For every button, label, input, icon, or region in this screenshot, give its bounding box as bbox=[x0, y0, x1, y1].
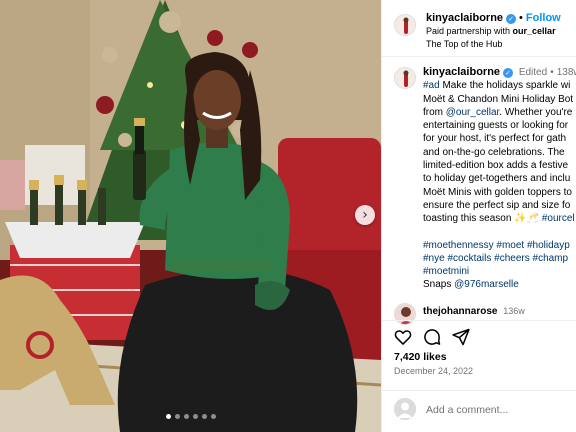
post-location[interactable]: The Top of the Hub bbox=[426, 39, 502, 49]
avatar[interactable] bbox=[394, 67, 416, 89]
caption-line: Moët Minis with golden toppers to bbox=[423, 186, 572, 198]
avatar bbox=[394, 398, 416, 420]
carousel-dot bbox=[174, 414, 180, 419]
hashtag-link[interactable]: #ourcel bbox=[542, 213, 575, 224]
verified-badge-icon: ✓ bbox=[506, 14, 517, 24]
caption-line: Make the holidays sparkle wi bbox=[439, 80, 571, 92]
post-header: kinyaclaiborne ✓ • Follow Paid partnership … bbox=[382, 0, 576, 57]
add-comment-bar bbox=[382, 390, 576, 432]
caption-line: Moët & Chandon Mini Holiday Bot bbox=[423, 93, 574, 105]
caption-line: for your host, it's perfect for gath bbox=[423, 133, 567, 145]
header-title-row: kinyaclaiborne ✓ • Follow bbox=[426, 12, 561, 24]
add-comment-input[interactable] bbox=[426, 401, 576, 419]
avatar[interactable] bbox=[394, 14, 416, 36]
hashtag-line[interactable]: #moetmini bbox=[423, 265, 576, 278]
caption-line: to holiday get-togethers and inclu bbox=[423, 173, 571, 185]
carousel-dot bbox=[192, 414, 198, 419]
photo-illustration bbox=[0, 0, 381, 432]
post-date: December 24, 2022 bbox=[394, 366, 474, 376]
caption-line: and on-the-go celebrations. The bbox=[423, 146, 565, 158]
caption-line: from bbox=[423, 106, 446, 118]
post-username[interactable]: kinyaclaiborne bbox=[426, 12, 503, 24]
separator-dot: • bbox=[519, 12, 523, 24]
mention-link[interactable]: @976marselle bbox=[454, 279, 519, 290]
caption-line: entertaining guests or looking for bbox=[423, 120, 569, 132]
likes-count[interactable]: 7,420 likes bbox=[394, 351, 447, 363]
caption-line: toasting this season ✨🥂 bbox=[423, 213, 542, 225]
heart-icon[interactable] bbox=[393, 327, 413, 347]
post-photo[interactable]: › bbox=[0, 0, 381, 432]
carousel-dot bbox=[165, 414, 171, 419]
caption-line: limited-edition box adds a festive bbox=[423, 160, 569, 172]
comment-age: 136w bbox=[503, 306, 525, 316]
action-bar: 7,420 likes December 24, 2022 bbox=[382, 320, 576, 390]
hashtag-link[interactable]: #ad bbox=[423, 80, 440, 91]
comment-username[interactable]: thejohannarose bbox=[423, 306, 497, 317]
caption-text: kinyaclaiborne✓ Edited•138w #ad Make the… bbox=[423, 66, 576, 292]
chevron-right-icon: › bbox=[362, 207, 368, 223]
share-icon[interactable] bbox=[451, 327, 471, 347]
carousel-dot bbox=[183, 414, 189, 419]
caption-username[interactable]: kinyaclaiborne bbox=[423, 66, 500, 78]
follow-button[interactable]: Follow bbox=[526, 12, 561, 24]
caption-line: ensure the perfect sip and size fo bbox=[423, 199, 571, 211]
edited-label: Edited bbox=[518, 67, 548, 78]
separator-dot: • bbox=[550, 67, 554, 78]
carousel-indicator bbox=[0, 414, 381, 419]
verified-badge-icon: ✓ bbox=[503, 68, 514, 78]
partnership-label: Paid partnership with bbox=[426, 26, 513, 36]
carousel-next-button[interactable]: › bbox=[355, 205, 375, 225]
hashtag-line[interactable]: #moethennessy #moet #holidayp bbox=[423, 239, 576, 252]
carousel-dot bbox=[201, 414, 207, 419]
post-age: 138w bbox=[556, 67, 576, 78]
paid-partnership: Paid partnership with our_cellar bbox=[426, 26, 556, 36]
post-side-panel: kinyaclaiborne ✓ • Follow Paid partnership … bbox=[381, 0, 576, 432]
comment-icon[interactable] bbox=[422, 327, 442, 347]
mention-link[interactable]: @our_cellar bbox=[446, 107, 500, 118]
partner-link[interactable]: our_cellar bbox=[513, 26, 556, 36]
carousel-dot bbox=[210, 414, 216, 419]
caption-line: Snaps bbox=[423, 279, 455, 291]
hashtag-line[interactable]: #nye #cocktails #cheers #champ bbox=[423, 252, 576, 265]
caption-line: . Whether you're bbox=[499, 106, 573, 118]
comment-meta: thejohannarose 136w bbox=[423, 306, 525, 317]
